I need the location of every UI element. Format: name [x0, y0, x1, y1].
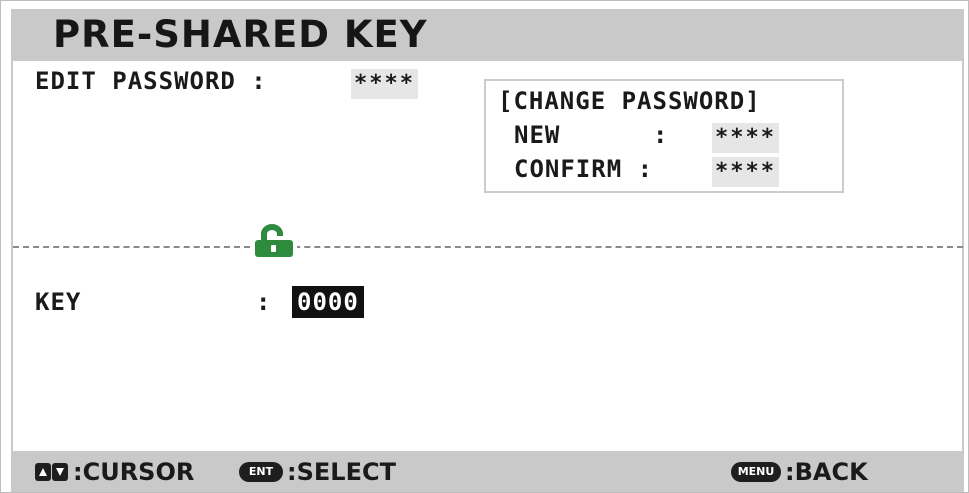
ent-key-icon: ENT [239, 461, 283, 482]
unlocked-padlock-icon [251, 223, 297, 259]
select-hint: ENT :SELECT [239, 451, 396, 492]
change-password-title: [CHANGE PASSWORD] [498, 87, 761, 115]
confirm-password-field[interactable]: **** [712, 157, 779, 187]
footer-bar: :CURSOR ENT :SELECT MENU :BACK [11, 451, 964, 492]
key-separator: : [256, 288, 272, 316]
key-input[interactable]: 0000 [292, 286, 364, 318]
back-hint: MENU :BACK [731, 451, 868, 492]
page-title: PRE-SHARED KEY [53, 13, 428, 56]
cursor-hint: :CURSOR [35, 451, 194, 492]
section-divider [13, 246, 963, 248]
up-down-arrow-keys-icon [35, 462, 69, 481]
new-password-field[interactable]: **** [712, 123, 779, 153]
menu-key-icon: MENU [731, 461, 781, 482]
edit-password-field[interactable]: **** [351, 69, 418, 99]
display-screen: PRE-SHARED KEY EDIT PASSWORD : **** [CHA… [0, 0, 969, 493]
confirm-password-label: CONFIRM : [514, 155, 654, 183]
key-label: KEY [35, 288, 82, 316]
change-password-panel: [CHANGE PASSWORD] NEW : **** CONFIRM : *… [484, 79, 844, 193]
left-border [11, 61, 13, 451]
title-bar: PRE-SHARED KEY [11, 9, 964, 61]
new-password-label: NEW : [514, 121, 669, 149]
edit-password-label: EDIT PASSWORD : [35, 67, 267, 95]
select-label: :SELECT [287, 457, 396, 486]
right-border [962, 61, 964, 451]
back-label: :BACK [785, 457, 868, 486]
cursor-label: :CURSOR [73, 457, 195, 486]
